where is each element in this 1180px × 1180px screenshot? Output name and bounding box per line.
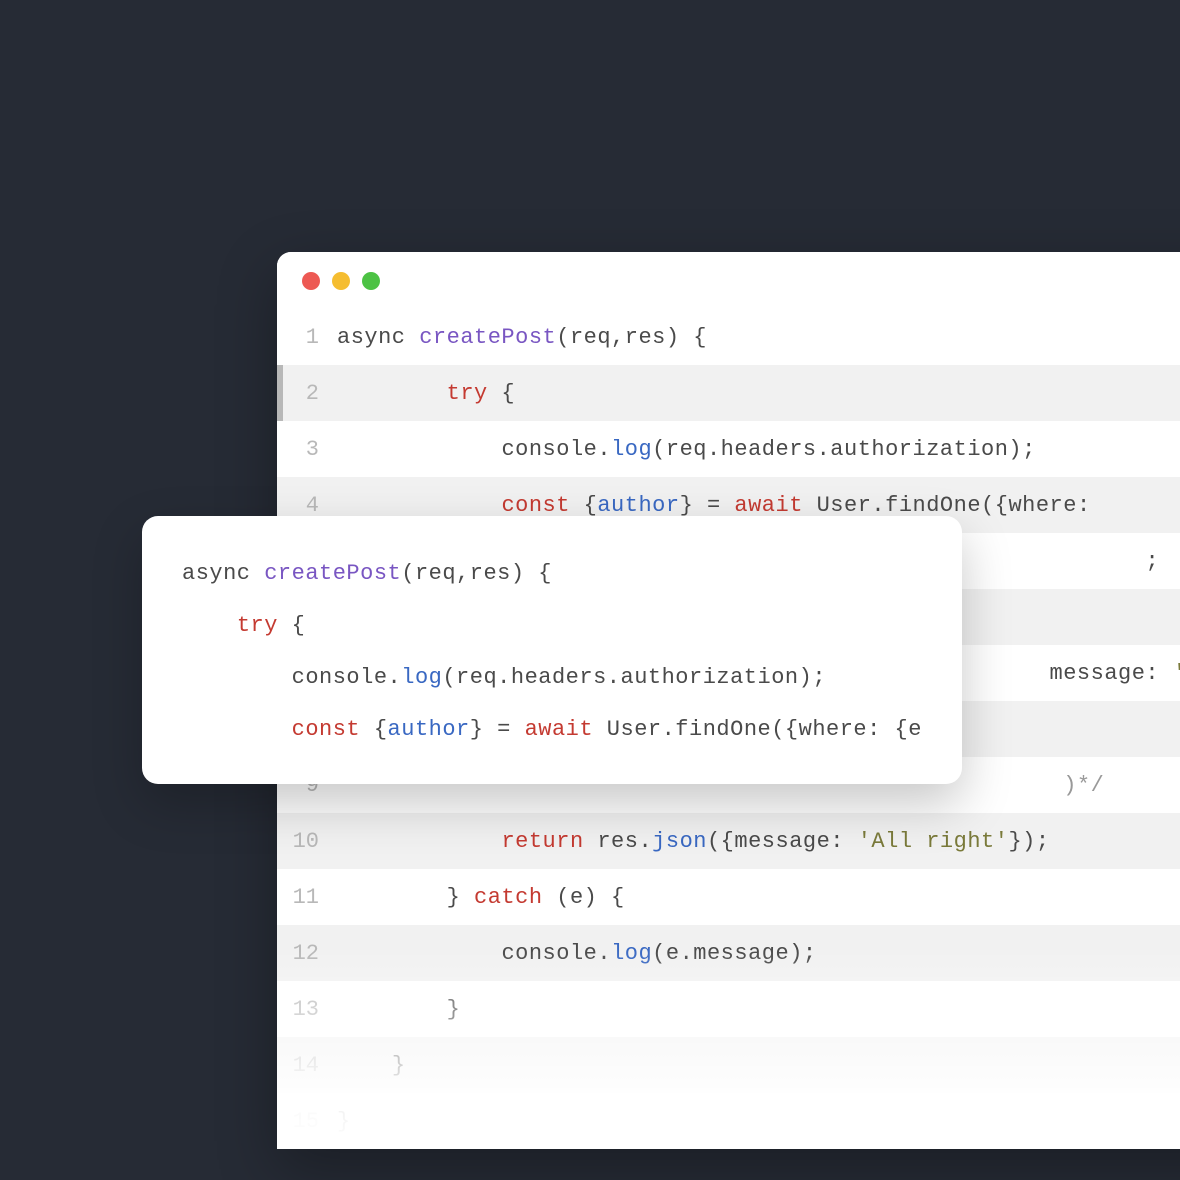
code-content[interactable]: } catch (e) { [337, 885, 625, 910]
line-number: 15 [277, 1109, 337, 1134]
code-content[interactable]: } [337, 1109, 351, 1134]
line-number: 10 [277, 829, 337, 854]
minimize-icon[interactable] [332, 272, 350, 290]
line-number: 13 [277, 997, 337, 1022]
snippet-line: const {author} = await User.findOne({whe… [182, 704, 922, 756]
code-content[interactable]: try { [337, 381, 515, 406]
line-number: 14 [277, 1053, 337, 1078]
code-content[interactable]: console.log(e.message); [337, 941, 817, 966]
line-number: 2 [277, 381, 337, 406]
code-line[interactable]: 3 console.log(req.headers.authorization)… [277, 421, 1180, 477]
line-number: 12 [277, 941, 337, 966]
maximize-icon[interactable] [362, 272, 380, 290]
code-line[interactable]: 10 return res.json({message: 'All right'… [277, 813, 1180, 869]
code-content[interactable]: const {author} = await User.findOne({whe… [337, 493, 1091, 518]
code-line[interactable]: 14 } [277, 1037, 1180, 1093]
code-content[interactable]: } [337, 1053, 406, 1078]
code-snippet-popup: async createPost(req,res) { try { consol… [142, 516, 962, 784]
code-content[interactable]: console.log(req.headers.authorization); [337, 437, 1036, 462]
line-number: 3 [277, 437, 337, 462]
snippet-line: async createPost(req,res) { [182, 548, 922, 600]
code-content[interactable]: async createPost(req,res) { [337, 325, 707, 350]
code-line[interactable]: 15} [277, 1093, 1180, 1149]
code-content[interactable]: return res.json({message: 'All right'}); [337, 829, 1050, 854]
code-line[interactable]: 11 } catch (e) { [277, 869, 1180, 925]
code-line[interactable]: 12 console.log(e.message); [277, 925, 1180, 981]
snippet-line: console.log(req.headers.authorization); [182, 652, 922, 704]
close-icon[interactable] [302, 272, 320, 290]
line-cursor-indicator [277, 365, 283, 421]
code-content[interactable]: } [337, 997, 460, 1022]
window-titlebar [277, 252, 1180, 309]
code-line[interactable]: 2 try { [277, 365, 1180, 421]
line-number: 1 [277, 325, 337, 350]
snippet-line: try { [182, 600, 922, 652]
line-number: 4 [277, 493, 337, 518]
code-line[interactable]: 1async createPost(req,res) { [277, 309, 1180, 365]
line-number: 11 [277, 885, 337, 910]
code-line[interactable]: 13 } [277, 981, 1180, 1037]
